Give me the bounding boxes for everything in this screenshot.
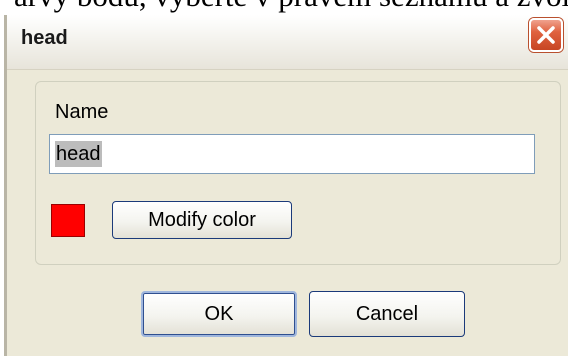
edit-point-dialog: head Name head Modify color OK Cancel xyxy=(4,15,568,356)
modify-color-button[interactable]: Modify color xyxy=(112,201,292,239)
dialog-title: head xyxy=(21,27,68,49)
close-button[interactable] xyxy=(529,18,563,52)
name-input-selected-text: head xyxy=(55,141,102,167)
ok-button[interactable]: OK xyxy=(141,291,297,337)
name-input[interactable]: head xyxy=(49,134,535,174)
name-label: Name xyxy=(55,101,109,123)
cancel-button[interactable]: Cancel xyxy=(309,291,465,337)
dialog-titlebar[interactable]: head xyxy=(7,15,568,70)
color-swatch xyxy=(51,204,85,237)
close-x-icon xyxy=(537,26,555,44)
screen: arvy bodu, vyberte v pravém seznamu a zv… xyxy=(0,0,568,356)
background-document-text: arvy bodu, vyberte v pravém seznamu a zv… xyxy=(14,0,568,13)
